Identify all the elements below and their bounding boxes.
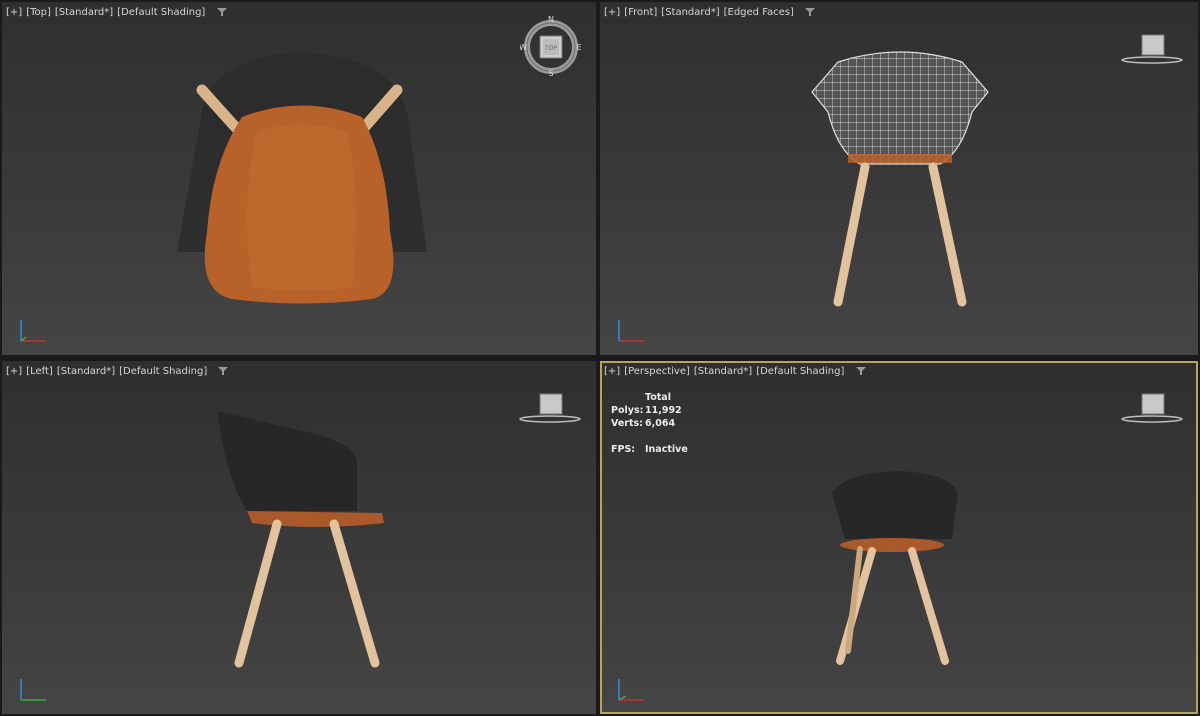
chair-seat-perspective (840, 538, 944, 552)
chair-seat-side (247, 511, 384, 527)
chair-shell-side (217, 411, 357, 511)
viewport-perspective[interactable]: [+] [Perspective] [Standard*] [Default Shad… (600, 361, 1198, 714)
compass-viewcube[interactable]: TOP N S E W (520, 14, 582, 76)
chair-shell-perspective (832, 471, 958, 539)
viewcube-left[interactable] (518, 391, 582, 425)
compass-west: W (520, 43, 527, 52)
front-view-scene (811, 51, 989, 307)
left-view-scene (217, 411, 384, 668)
viewport-grid: [+] [Top] [Standard*] [Default Shading] TOP… (0, 0, 1200, 716)
top-view-scene (177, 52, 427, 304)
chair-leg-side-left (234, 519, 282, 668)
viewport-left[interactable]: [+] [Left] [Standard*] [Default Shading] (2, 361, 596, 714)
axis-tripod-front (614, 317, 648, 345)
viewport-front[interactable]: [+] [Front] [Standard*] [Edged Faces] (600, 2, 1198, 355)
viewcube-front[interactable] (1120, 32, 1184, 66)
compass-east: E (576, 43, 581, 52)
viewport-top[interactable]: [+] [Top] [Standard*] [Default Shading] TOP… (2, 2, 596, 355)
chair-seat-front (848, 154, 952, 163)
viewcube-perspective[interactable] (1120, 391, 1184, 425)
compass-north: N (548, 15, 554, 24)
chair-leg-front-left (833, 162, 870, 307)
chair-leg-front-right (928, 162, 967, 307)
compass-south: S (548, 69, 553, 76)
perspective-view-scene (832, 471, 958, 665)
axis-tripod-perspective (614, 676, 648, 704)
axis-tripod-left (16, 676, 50, 704)
viewcube-face-label: TOP (544, 45, 557, 52)
axis-tripod-top (16, 317, 50, 345)
chair-leg-side-right (329, 519, 380, 668)
chair-leg-persp-right (908, 547, 949, 665)
